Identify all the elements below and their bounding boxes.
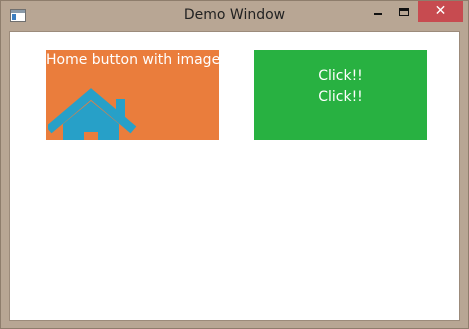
- home-button-label: Home button with image: [46, 52, 219, 68]
- close-icon: ✕: [434, 3, 447, 19]
- close-button[interactable]: ✕: [418, 1, 463, 22]
- client-area: Home button with image Click!! Click!!: [9, 31, 460, 321]
- minimize-icon: [374, 13, 382, 15]
- home-button[interactable]: Home button with image: [46, 50, 219, 140]
- maximize-button[interactable]: [391, 2, 417, 22]
- click-button-line-2: Click!!: [318, 89, 363, 105]
- click-button[interactable]: Click!! Click!!: [254, 50, 427, 140]
- minimize-button[interactable]: [365, 2, 391, 22]
- home-icon: [48, 88, 137, 140]
- maximize-icon: [399, 8, 409, 16]
- title-bar[interactable]: Demo Window ✕: [1, 1, 468, 31]
- demo-window: Demo Window ✕ Home button with image Cli…: [0, 0, 469, 329]
- click-button-line-1: Click!!: [318, 68, 363, 84]
